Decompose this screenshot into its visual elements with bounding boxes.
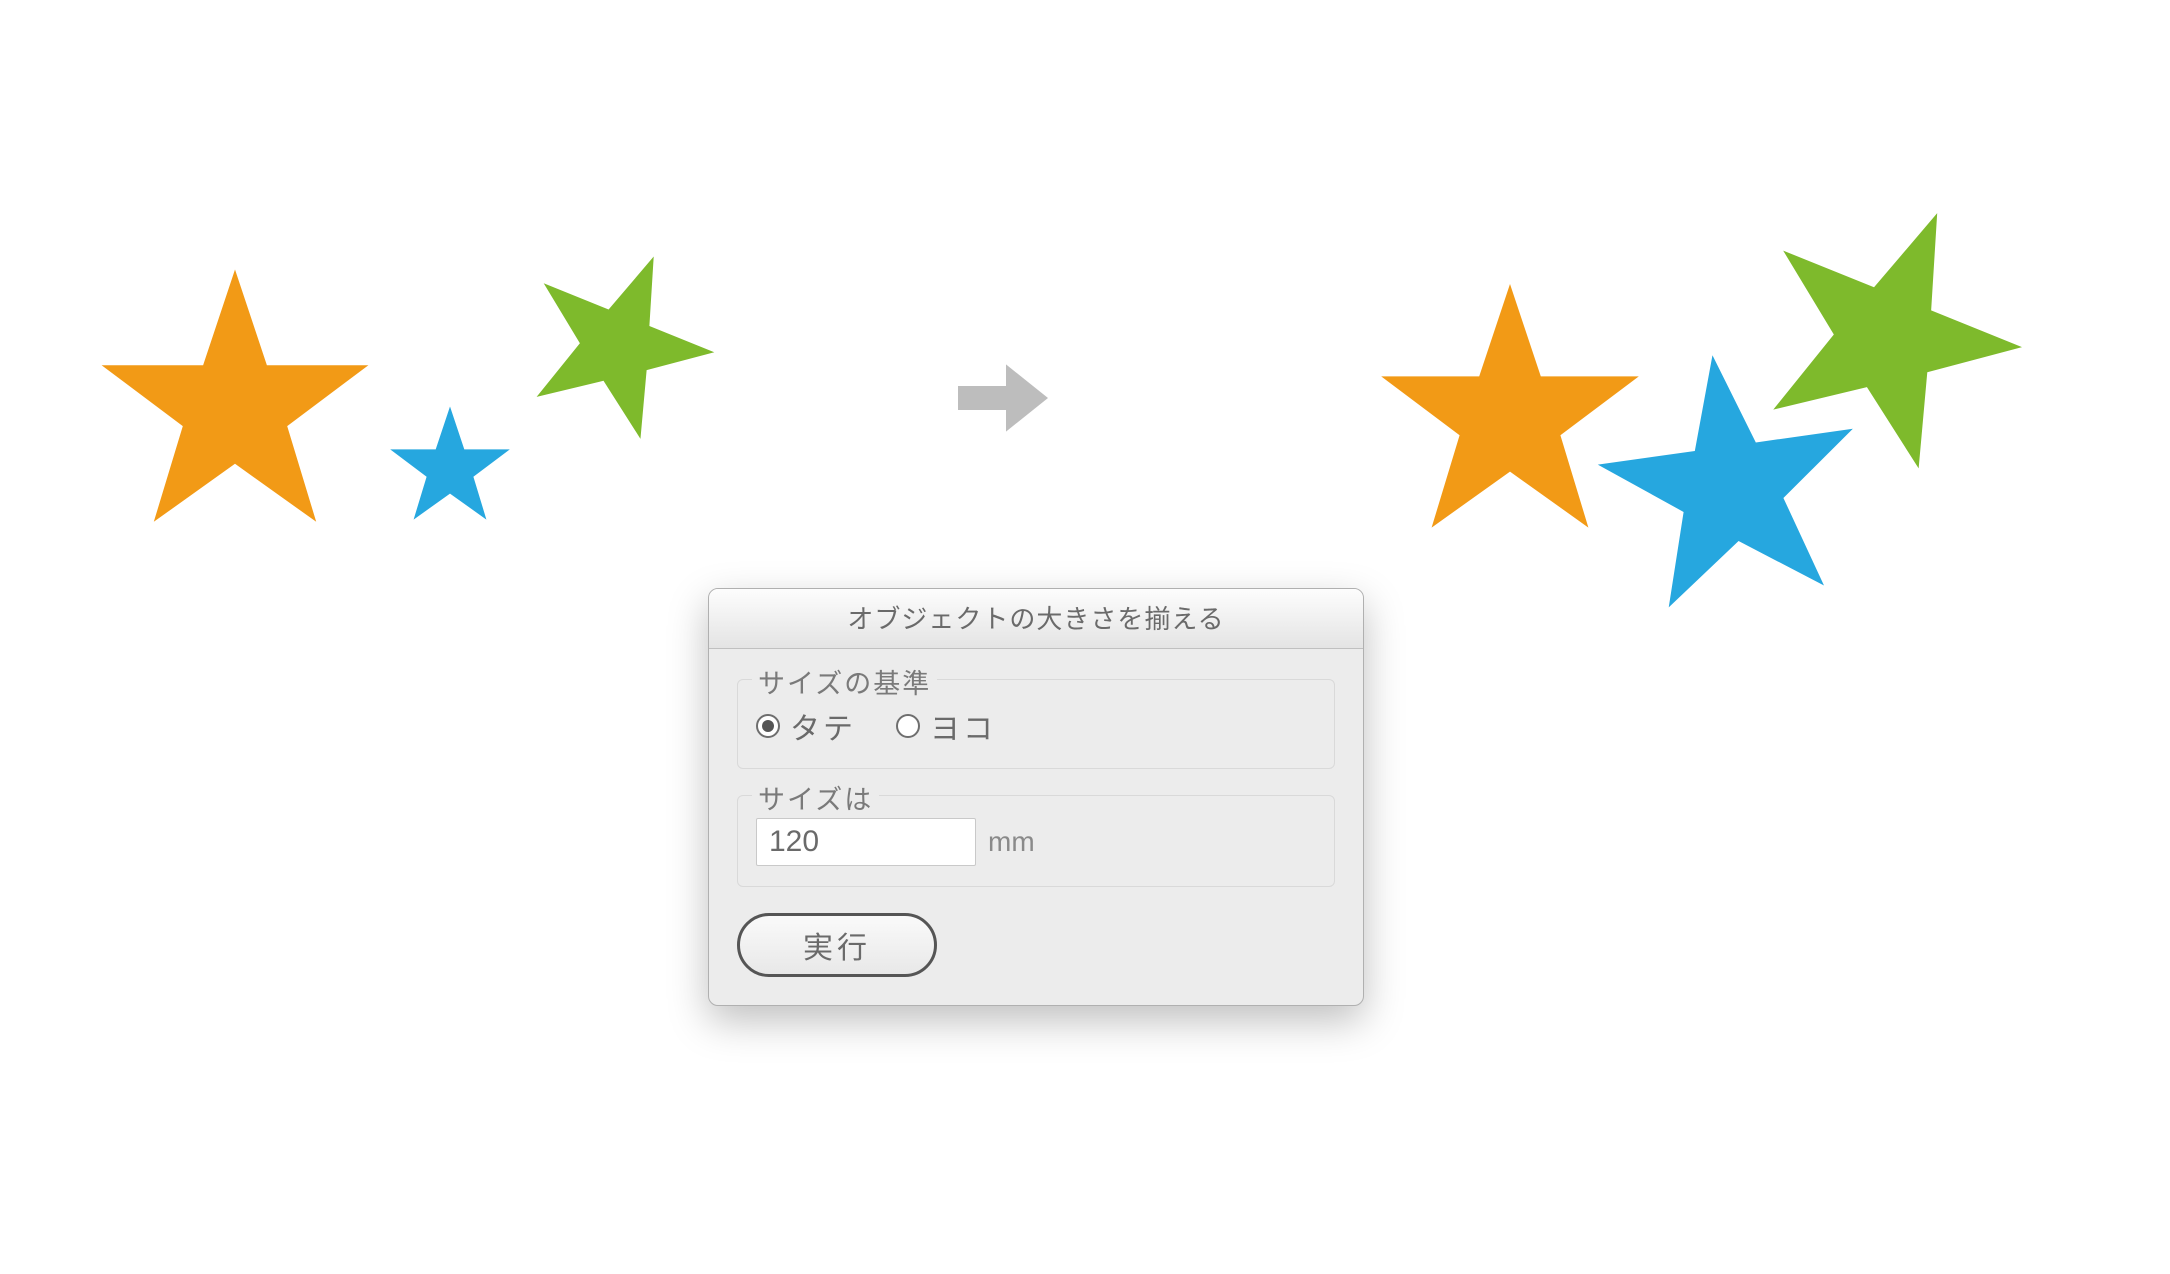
arrow-right-icon [940,338,1060,458]
basis-radio-vertical[interactable]: タテ [756,704,856,748]
run-button[interactable]: 実行 [737,913,937,977]
size-legend: サイズは [752,778,879,817]
size-fieldset: サイズは mm [737,795,1335,887]
star-before-orange [90,255,380,545]
basis-radio-vertical-label: タテ [790,704,856,748]
radio-icon [756,714,780,738]
basis-radio-group: タテ ヨコ [756,694,1316,748]
size-row: mm [756,810,1316,866]
star-before-blue [385,400,515,530]
radio-icon [896,714,920,738]
size-unit: mm [988,826,1035,858]
dialog-title: オブジェクトの大きさを揃える [709,589,1363,649]
basis-legend: サイズの基準 [752,662,937,701]
basis-fieldset: サイズの基準 タテ ヨコ [737,679,1335,769]
size-input[interactable] [756,818,976,866]
star-after-blue [1572,322,1888,638]
basis-radio-horizontal-label: ヨコ [930,704,996,748]
resize-dialog: オブジェクトの大きさを揃える サイズの基準 タテ ヨコ サイズは mm [708,588,1364,1006]
dialog-body: サイズの基準 タテ ヨコ サイズは mm 実行 [709,649,1363,1005]
basis-radio-horizontal[interactable]: ヨコ [896,704,996,748]
star-before-green [490,210,750,470]
